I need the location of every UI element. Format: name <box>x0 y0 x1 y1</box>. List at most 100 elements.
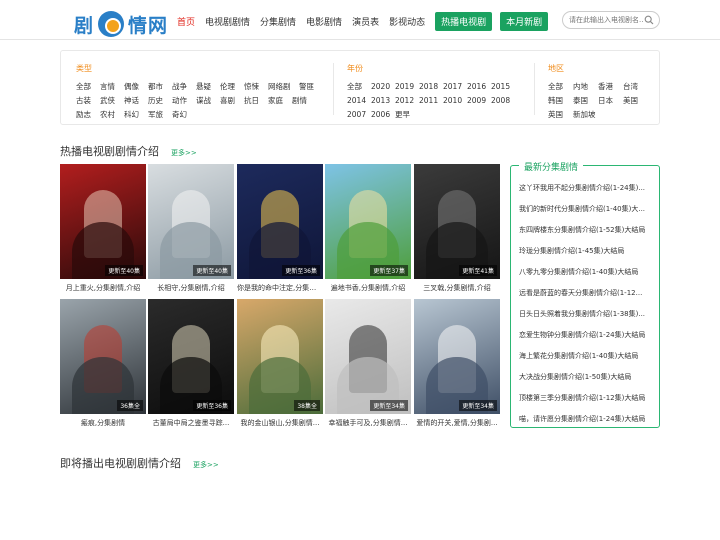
poster-image[interactable]: 更新至41集 <box>414 164 500 279</box>
poster-caption[interactable]: 爱情的开关,爱情,分集剧... <box>414 418 500 428</box>
sidebar-item[interactable]: 海上繁花分集剧情介绍(1-40集)大结局 <box>519 346 657 367</box>
poster-image[interactable]: 更新至34集 <box>325 299 411 414</box>
poster-caption[interactable]: 长相守,分集剧情,介绍 <box>148 283 234 293</box>
region-filter-item[interactable]: 韩国 <box>548 94 573 108</box>
poster-card[interactable]: 更新至41集三叉戟,分集剧情,介绍 <box>414 164 500 293</box>
genre-filter-item[interactable]: 谍战 <box>196 94 220 108</box>
genre-filter-item[interactable]: 全部 <box>76 80 100 94</box>
genre-filter-item[interactable]: 动作 <box>172 94 196 108</box>
region-filter-item[interactable]: 英国 <box>548 108 573 122</box>
poster-caption[interactable]: 月上重火,分集剧情,介绍 <box>60 283 146 293</box>
region-filter-item[interactable]: 美国 <box>623 94 648 108</box>
sidebar-item[interactable]: 喵，请许愿分集剧情介绍(1-24集)大结局 <box>519 409 657 430</box>
genre-filter-item[interactable]: 古装 <box>76 94 100 108</box>
nav-cast[interactable]: 演员表 <box>352 15 379 28</box>
region-filter-item[interactable]: 全部 <box>548 80 573 94</box>
year-filter-item[interactable]: 2019 <box>395 80 419 94</box>
genre-filter-item[interactable]: 神话 <box>124 94 148 108</box>
poster-card[interactable]: 更新至34集爱情的开关,爱情,分集剧... <box>414 299 500 428</box>
year-filter-item[interactable]: 2014 <box>347 94 371 108</box>
poster-card[interactable]: 36集全瘢痕,分集剧情 <box>60 299 146 428</box>
genre-filter-item[interactable]: 历史 <box>148 94 172 108</box>
poster-image[interactable]: 更新至34集 <box>414 299 500 414</box>
genre-filter-item[interactable]: 偶像 <box>124 80 148 94</box>
poster-card[interactable]: 更新至34集幸福触手可及,分集剧情... <box>325 299 411 428</box>
genre-filter-item[interactable]: 悬疑 <box>196 80 220 94</box>
year-filter-item[interactable]: 2012 <box>395 94 419 108</box>
region-filter-item[interactable]: 台湾 <box>623 80 648 94</box>
sidebar-item[interactable]: 玲珑分集剧情介绍(1-45集)大结局 <box>519 241 657 262</box>
search-icon[interactable] <box>644 15 654 25</box>
genre-filter-item[interactable]: 武侠 <box>100 94 124 108</box>
sidebar-item[interactable]: 东四牌楼东分集剧情介绍(1-52集)大结局 <box>519 220 657 241</box>
sidebar-item[interactable]: 八零九零分集剧情介绍(1-40集)大结局 <box>519 262 657 283</box>
hot-tv-button[interactable]: 热播电视剧 <box>435 12 493 31</box>
poster-image[interactable]: 更新至40集 <box>148 164 234 279</box>
nav-tv-plot[interactable]: 电视剧剧情 <box>205 15 250 28</box>
poster-card[interactable]: 更新至40集长相守,分集剧情,介绍 <box>148 164 234 293</box>
region-filter-item[interactable]: 泰国 <box>573 94 598 108</box>
year-filter-item[interactable]: 2013 <box>371 94 395 108</box>
sidebar-item[interactable]: 远看是蔚蓝的春天分集剧情介绍(1-12... <box>519 283 657 304</box>
poster-caption[interactable]: 三叉戟,分集剧情,介绍 <box>414 283 500 293</box>
genre-filter-item[interactable]: 伦理 <box>220 80 244 94</box>
genre-filter-item[interactable]: 抗日 <box>244 94 268 108</box>
poster-card[interactable]: 更新至36集你是我的命中注定,分集剧情... <box>237 164 323 293</box>
genre-filter-item[interactable]: 农村 <box>100 108 124 122</box>
poster-card[interactable]: 38集全我的金山银山,分集剧情... <box>237 299 323 428</box>
year-filter-item[interactable]: 2018 <box>419 80 443 94</box>
sidebar-item[interactable]: 大决战分集剧情介绍(1-50集)大结局 <box>519 367 657 388</box>
genre-filter-item[interactable]: 家庭 <box>268 94 292 108</box>
region-filter-item[interactable]: 新加坡 <box>573 108 603 122</box>
genre-filter-item[interactable]: 军旅 <box>148 108 172 122</box>
sidebar-item[interactable]: 这丫环我用不起分集剧情介绍(1-24集)... <box>519 178 657 199</box>
upcoming-more-link[interactable]: 更多>> <box>193 461 219 469</box>
poster-image[interactable]: 36集全 <box>60 299 146 414</box>
nav-home[interactable]: 首页 <box>177 15 195 28</box>
genre-filter-item[interactable]: 励志 <box>76 108 100 122</box>
poster-image[interactable]: 更新至37集 <box>325 164 411 279</box>
nav-episode-plot[interactable]: 分集剧情 <box>260 15 296 28</box>
genre-filter-item[interactable]: 科幻 <box>124 108 148 122</box>
sidebar-item[interactable]: 顶楼第三季分集剧情介绍(1-12集)大结局 <box>519 388 657 409</box>
poster-caption[interactable]: 我的金山银山,分集剧情... <box>237 418 323 428</box>
new-this-month-button[interactable]: 本月新剧 <box>500 12 549 31</box>
year-filter-item[interactable]: 2015 <box>491 80 515 94</box>
genre-filter-item[interactable]: 网络剧 <box>268 80 299 94</box>
poster-image[interactable]: 更新至36集 <box>237 164 323 279</box>
genre-filter-item[interactable]: 言情 <box>100 80 124 94</box>
genre-filter-item[interactable]: 都市 <box>148 80 172 94</box>
poster-card[interactable]: 更新至37集遍地书香,分集剧情,介绍 <box>325 164 411 293</box>
poster-caption[interactable]: 你是我的命中注定,分集剧情... <box>237 283 323 293</box>
sidebar-item[interactable]: 恋爱生物钟分集剧情介绍(1-24集)大结局 <box>519 325 657 346</box>
year-filter-item[interactable]: 2017 <box>443 80 467 94</box>
poster-image[interactable]: 38集全 <box>237 299 323 414</box>
poster-image[interactable]: 更新至40集 <box>60 164 146 279</box>
sidebar-item[interactable]: 日头日头照着我分集剧情介绍(1-38集)... <box>519 304 657 325</box>
genre-filter-item[interactable]: 惊悚 <box>244 80 268 94</box>
poster-image[interactable]: 更新至36集 <box>148 299 234 414</box>
genre-filter-item[interactable]: 战争 <box>172 80 196 94</box>
year-filter-item[interactable]: 2009 <box>467 94 491 108</box>
poster-caption[interactable]: 幸福触手可及,分集剧情... <box>325 418 411 428</box>
year-filter-item[interactable]: 2011 <box>419 94 443 108</box>
year-filter-item[interactable]: 全部 <box>347 80 371 94</box>
year-filter-item[interactable]: 2007 <box>347 108 371 122</box>
year-filter-item[interactable]: 2020 <box>371 80 395 94</box>
region-filter-item[interactable]: 内地 <box>573 80 598 94</box>
poster-caption[interactable]: 古董局中局之鉴墨寻踪... <box>148 418 234 428</box>
nav-movie-plot[interactable]: 电影剧情 <box>306 15 342 28</box>
nav-news[interactable]: 影视动态 <box>389 15 425 28</box>
year-filter-item[interactable]: 2016 <box>467 80 491 94</box>
year-filter-item[interactable]: 2006 <box>371 108 395 122</box>
poster-caption[interactable]: 瘢痕,分集剧情 <box>60 418 146 428</box>
hot-more-link[interactable]: 更多>> <box>171 149 197 157</box>
year-filter-item[interactable]: 2010 <box>443 94 467 108</box>
poster-card[interactable]: 更新至40集月上重火,分集剧情,介绍 <box>60 164 146 293</box>
genre-filter-item[interactable]: 奇幻 <box>172 108 196 122</box>
region-filter-item[interactable]: 香港 <box>598 80 623 94</box>
year-filter-item[interactable]: 2008 <box>491 94 515 108</box>
genre-filter-item[interactable]: 喜剧 <box>220 94 244 108</box>
genre-filter-item[interactable]: 剧情 <box>292 94 316 108</box>
poster-caption[interactable]: 遍地书香,分集剧情,介绍 <box>325 283 411 293</box>
